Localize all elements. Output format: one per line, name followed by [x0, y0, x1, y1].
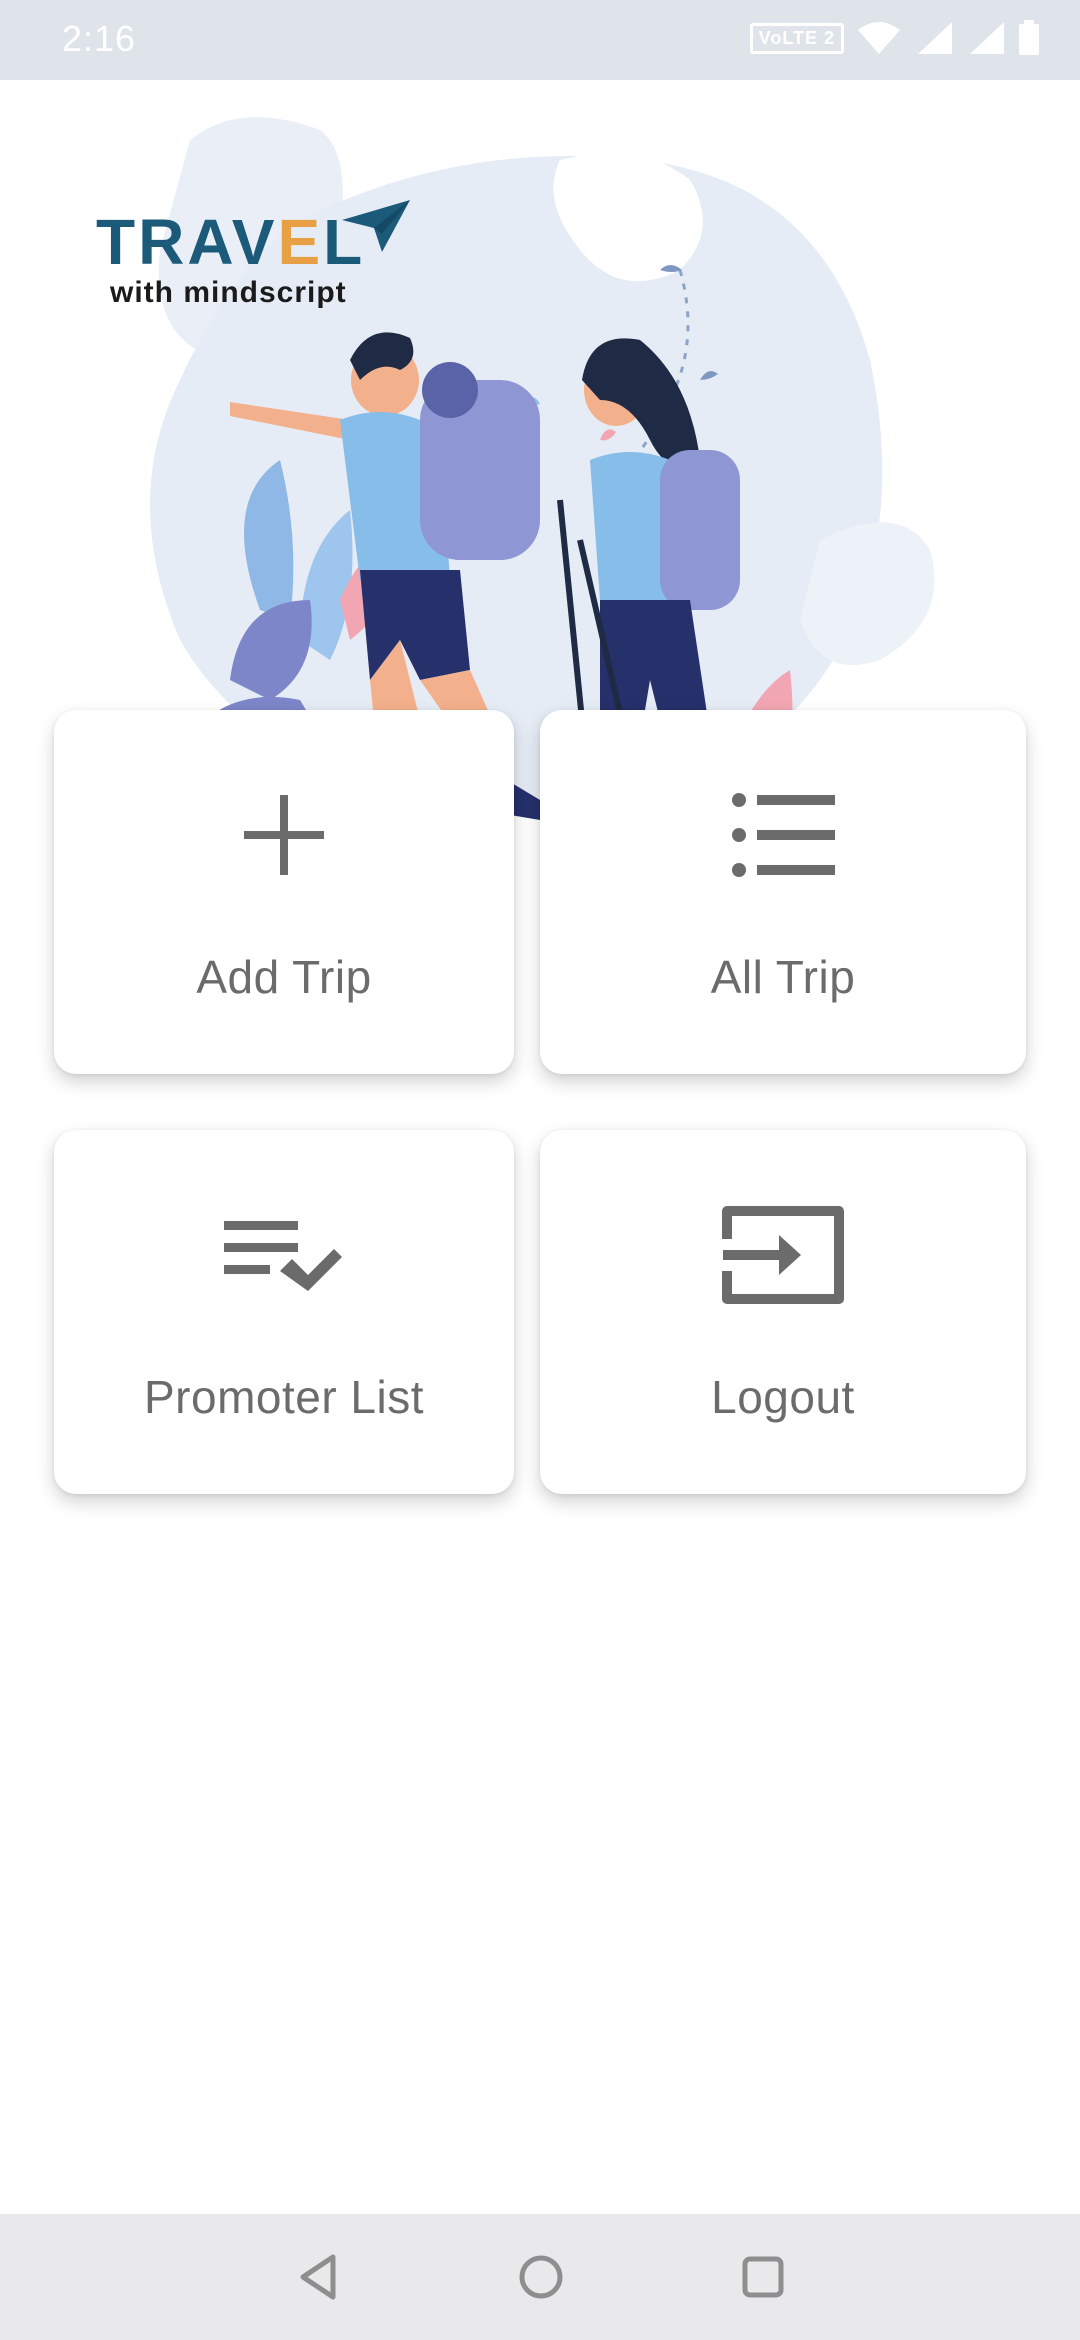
all-trip-tile[interactable]: All Trip [540, 710, 1026, 1074]
recents-square-icon [742, 2256, 784, 2298]
logo-sub-text: with mindscript [110, 276, 347, 309]
home-circle-icon [519, 2255, 563, 2299]
app-logo: TRAVEL with mindscript [96, 200, 410, 310]
back-button[interactable] [286, 2244, 352, 2310]
all-trip-label: All Trip [710, 951, 856, 1003]
logout-tile[interactable]: Logout [540, 1130, 1026, 1494]
back-triangle-icon [300, 2254, 336, 2300]
volte-badge: VoLTE 2 [749, 22, 844, 54]
logout-label: Logout [711, 1371, 855, 1423]
playlist-check-icon [219, 1200, 349, 1310]
signal-icon [918, 22, 952, 54]
status-time: 2:16 [62, 18, 137, 59]
paper-plane-icon [342, 200, 410, 252]
signal-icon [970, 22, 1004, 54]
plus-icon [219, 780, 349, 890]
status-icons: VoLTE 2 [749, 20, 1040, 56]
logo-main-text: TRAVEL [96, 206, 366, 278]
list-icon [718, 780, 848, 890]
system-nav-bar [0, 2214, 1080, 2340]
battery-icon [1019, 20, 1039, 55]
promoter-list-tile[interactable]: Promoter List [54, 1130, 514, 1494]
add-trip-label: Add Trip [196, 951, 372, 1003]
add-trip-tile[interactable]: Add Trip [54, 710, 514, 1074]
wifi-icon [858, 22, 900, 54]
home-button[interactable] [508, 2244, 574, 2310]
promoter-list-label: Promoter List [143, 1371, 425, 1423]
status-bar: 2:16 VoLTE 2 [0, 0, 1080, 80]
recents-button[interactable] [730, 2244, 796, 2310]
logout-icon [718, 1200, 848, 1310]
